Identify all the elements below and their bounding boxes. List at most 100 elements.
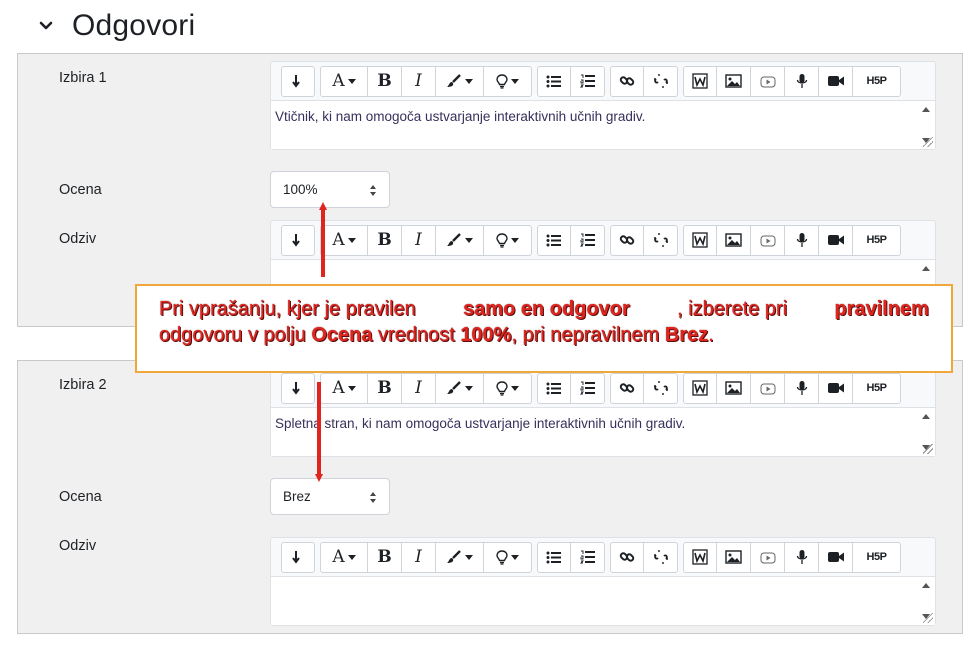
font-color-button[interactable]: A (320, 541, 368, 573)
unordered-list-button[interactable] (537, 541, 571, 573)
h5p-button[interactable]: H5P (853, 65, 901, 97)
scroll-up-icon[interactable] (922, 107, 930, 112)
callout-text: vrednost (372, 324, 461, 346)
word-paste-button[interactable] (683, 224, 717, 256)
styles-button[interactable] (436, 372, 484, 404)
callout-line-1: Pri vprašanju, kjer je pravilen samo en … (159, 296, 929, 322)
unordered-list-button[interactable] (537, 372, 571, 404)
callout-line-2: odgovoru v polju Ocena vrednost 100% , p… (159, 322, 929, 348)
media-button[interactable] (751, 224, 785, 256)
scroll-up-icon[interactable] (922, 414, 930, 419)
answer-editor[interactable]: A B I (270, 61, 936, 150)
media-button[interactable] (751, 65, 785, 97)
record-video-button[interactable] (819, 372, 853, 404)
unlink-icon (653, 381, 668, 395)
show-more-button[interactable] (281, 541, 315, 573)
hint-button[interactable] (484, 65, 532, 97)
record-video-button[interactable] (819, 65, 853, 97)
ordered-list-button[interactable] (571, 372, 605, 404)
unlink-button[interactable] (644, 65, 678, 97)
microphone-icon (796, 233, 807, 247)
image-button[interactable] (717, 372, 751, 404)
record-audio-button[interactable] (785, 224, 819, 256)
media-button[interactable] (751, 541, 785, 573)
scroll-up-icon[interactable] (922, 583, 930, 588)
bold-icon: B (377, 547, 392, 567)
record-audio-button[interactable] (785, 372, 819, 404)
resize-handle-icon[interactable] (923, 137, 933, 147)
link-button[interactable] (610, 224, 644, 256)
bold-button[interactable]: B (368, 372, 402, 404)
unlink-button[interactable] (644, 541, 678, 573)
bold-button[interactable]: B (368, 224, 402, 256)
grade-label: Ocena (59, 182, 102, 198)
record-video-button[interactable] (819, 541, 853, 573)
styles-button[interactable] (436, 224, 484, 256)
answer-text-area[interactable]: Spletna stran, ki nam omogoča ustvarjanj… (271, 407, 935, 456)
grade-select[interactable]: Brez (270, 478, 390, 515)
link-button[interactable] (610, 541, 644, 573)
video-camera-icon (827, 383, 844, 393)
italic-button[interactable]: I (402, 372, 436, 404)
link-button[interactable] (610, 372, 644, 404)
unlink-icon (653, 550, 668, 564)
show-more-button[interactable] (281, 65, 315, 97)
h5p-button[interactable]: H5P (853, 224, 901, 256)
image-icon (725, 381, 742, 395)
record-audio-button[interactable] (785, 65, 819, 97)
unordered-list-button[interactable] (537, 224, 571, 256)
unlink-button[interactable] (644, 224, 678, 256)
italic-button[interactable]: I (402, 65, 436, 97)
show-more-button[interactable] (281, 224, 315, 256)
ordered-list-button[interactable] (571, 65, 605, 97)
image-button[interactable] (717, 224, 751, 256)
show-more-icon (292, 234, 300, 247)
media-icon (760, 383, 775, 394)
word-paste-button[interactable] (683, 541, 717, 573)
h5p-button[interactable]: H5P (853, 541, 901, 573)
resize-handle-icon[interactable] (923, 613, 933, 623)
unlink-button[interactable] (644, 372, 678, 404)
link-button[interactable] (610, 65, 644, 97)
grade-selected-value: Brez (283, 489, 311, 504)
grade-select[interactable]: 100% (270, 171, 390, 208)
ordered-list-icon (579, 550, 595, 564)
word-paste-icon (692, 73, 708, 89)
hint-button[interactable] (484, 372, 532, 404)
styles-button[interactable] (436, 65, 484, 97)
answer-text-area[interactable]: Vtičnik, ki nam omogoča ustvarjanje inte… (271, 100, 935, 149)
record-audio-button[interactable] (785, 541, 819, 573)
italic-button[interactable]: I (402, 541, 436, 573)
bold-button[interactable]: B (368, 541, 402, 573)
hint-button[interactable] (484, 224, 532, 256)
media-button[interactable] (751, 372, 785, 404)
microphone-icon (796, 74, 807, 88)
record-video-button[interactable] (819, 224, 853, 256)
bold-button[interactable]: B (368, 65, 402, 97)
font-color-button[interactable]: A (320, 224, 368, 256)
font-color-button[interactable]: A (320, 372, 368, 404)
show-more-button[interactable] (281, 372, 315, 404)
section-header[interactable]: Odgovori (38, 8, 195, 44)
word-paste-button[interactable] (683, 65, 717, 97)
chevron-down-icon (511, 237, 519, 243)
italic-button[interactable]: I (402, 224, 436, 256)
chevron-down-icon[interactable] (38, 18, 54, 34)
resize-handle-icon[interactable] (923, 444, 933, 454)
image-button[interactable] (717, 541, 751, 573)
word-paste-button[interactable] (683, 372, 717, 404)
feedback-editor[interactable]: A B I H5P (270, 537, 936, 626)
answer-editor[interactable]: A B I (270, 368, 936, 457)
unordered-list-button[interactable] (537, 65, 571, 97)
chevron-down-icon (347, 385, 356, 391)
scroll-up-icon[interactable] (922, 266, 930, 271)
hint-button[interactable] (484, 541, 532, 573)
ordered-list-button[interactable] (571, 224, 605, 256)
image-button[interactable] (717, 65, 751, 97)
styles-button[interactable] (436, 541, 484, 573)
font-color-button[interactable]: A (320, 65, 368, 97)
editor-toolbar: A B I H5P (271, 221, 935, 259)
feedback-text-area[interactable] (271, 576, 935, 625)
ordered-list-button[interactable] (571, 541, 605, 573)
h5p-button[interactable]: H5P (853, 372, 901, 404)
